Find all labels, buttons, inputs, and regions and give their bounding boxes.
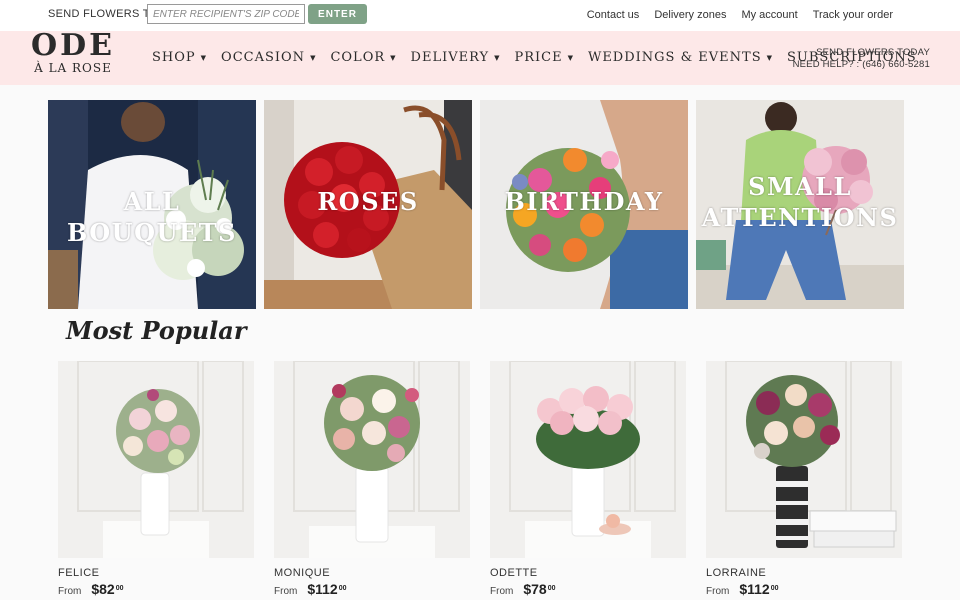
nav-price[interactable]: PRICE ▼ — [514, 50, 574, 65]
price-dollars: $112 — [307, 581, 338, 597]
product-card-felice[interactable]: FELICE From $82 00 — [58, 361, 254, 597]
product-image[interactable] — [490, 361, 686, 558]
product-name[interactable]: ODETTE — [490, 567, 686, 579]
price-cents: 00 — [770, 585, 779, 592]
tile-label: ALL BOUQUETS — [48, 186, 256, 248]
track-order-link[interactable]: Track your order — [813, 9, 893, 21]
product-price: From $112 00 — [274, 581, 470, 597]
price-from-label: From — [490, 586, 514, 597]
chevron-down-icon: ▼ — [390, 53, 397, 62]
price-cents: 00 — [115, 585, 124, 592]
nav-delivery[interactable]: DELIVERY ▼ — [411, 50, 501, 65]
product-image[interactable] — [274, 361, 470, 558]
tile-label: ROSES — [264, 186, 472, 217]
product-name[interactable]: MONIQUE — [274, 567, 470, 579]
chevron-down-icon: ▼ — [766, 53, 773, 62]
delivery-zones-link[interactable]: Delivery zones — [654, 9, 726, 21]
tile-label: SMALL ATTENTIONS — [696, 171, 904, 233]
chevron-down-icon: ▼ — [200, 53, 208, 62]
product-grid: FELICE From $82 00 MONIQUE From $112 00 … — [58, 361, 902, 597]
chevron-down-icon: ▼ — [310, 53, 317, 62]
chevron-down-icon: ▼ — [567, 53, 574, 62]
zip-code-input[interactable] — [147, 4, 305, 24]
logo[interactable]: ODE À LA ROSE — [30, 28, 116, 76]
price-from-label: From — [274, 586, 298, 597]
tile-birthday[interactable]: BIRTHDAY — [480, 100, 688, 309]
product-image[interactable] — [706, 361, 902, 558]
nav-label: WEDDINGS & EVENTS — [587, 50, 762, 65]
nav-label: OCCASION — [221, 50, 306, 65]
tile-all-bouquets[interactable]: ALL BOUQUETS — [48, 100, 256, 309]
product-card-monique[interactable]: MONIQUE From $112 00 — [274, 361, 470, 597]
price-dollars: $112 — [739, 581, 770, 597]
price-cents: 00 — [547, 585, 556, 592]
enter-button[interactable]: ENTER — [308, 4, 367, 24]
tile-label-line: ALL BOUQUETS — [67, 187, 237, 247]
product-price: From $82 00 — [58, 581, 254, 597]
odette-bouquet-image — [490, 361, 686, 558]
nav-label: COLOR — [330, 50, 386, 65]
chevron-down-icon: ▼ — [494, 53, 501, 62]
tile-roses[interactable]: ROSES — [264, 100, 472, 309]
product-price: From $78 00 — [490, 581, 686, 597]
price-dollars: $78 — [523, 581, 547, 597]
my-account-link[interactable]: My account — [741, 9, 797, 21]
monique-bouquet-image — [274, 361, 470, 558]
contact-us-link[interactable]: Contact us — [587, 9, 640, 21]
logo-main-text: ODE — [30, 28, 115, 63]
tile-label: BIRTHDAY — [480, 186, 688, 217]
send-flowers-today: SEND FLOWERS TODAY — [816, 47, 930, 58]
help-phone[interactable]: NEED HELP? : (646) 660-5281 — [793, 59, 930, 71]
product-card-lorraine[interactable]: LORRAINE From $112 00 — [706, 361, 902, 597]
felice-bouquet-image — [58, 361, 254, 558]
nav-label: PRICE — [514, 50, 563, 65]
send-flowers-label: SEND FLOWERS TO — [48, 8, 159, 20]
nav-label: DELIVERY — [410, 50, 490, 65]
nav-weddings-events[interactable]: WEDDINGS & EVENTS ▼ — [588, 50, 773, 65]
product-card-odette[interactable]: ODETTE From $78 00 — [490, 361, 686, 597]
price-dollars: $82 — [91, 581, 115, 597]
product-name[interactable]: FELICE — [58, 567, 254, 579]
nav-color[interactable]: COLOR ▼ — [330, 50, 396, 65]
tile-label-line: ATTENTIONS — [701, 203, 899, 232]
tile-small-attentions[interactable]: SMALL ATTENTIONS — [696, 100, 904, 309]
product-price: From $112 00 — [706, 581, 902, 597]
logo-sub-text: À LA ROSE — [34, 61, 112, 75]
main-header: ODE À LA ROSE SHOP ▼ OCCASION ▼ COLOR ▼ DEL… — [0, 31, 960, 85]
tile-label-line: ROSES — [317, 187, 419, 216]
nav-label: SHOP — [152, 50, 196, 65]
category-tiles: ALL BOUQUETS ROSES BIRTHDAY SMALL ATTENT… — [48, 100, 904, 309]
price-from-label: From — [58, 586, 82, 597]
price-from-label: From — [706, 586, 730, 597]
lorraine-bouquet-image — [706, 361, 902, 558]
price-cents: 00 — [338, 585, 347, 592]
product-image[interactable] — [58, 361, 254, 558]
tile-label-line: BIRTHDAY — [504, 187, 664, 216]
nav-occasion[interactable]: OCCASION ▼ — [221, 50, 316, 65]
header-contact: SEND FLOWERS TODAY NEED HELP? : (646) 66… — [793, 47, 930, 71]
top-bar: SEND FLOWERS TO ENTER Contact us Deliver… — [0, 0, 960, 31]
tile-label-line: SMALL — [748, 172, 852, 201]
most-popular-title: Most Popular — [66, 316, 247, 345]
utility-links: Contact us Delivery zones My account Tra… — [587, 9, 893, 21]
nav-shop[interactable]: SHOP ▼ — [152, 50, 207, 65]
product-name[interactable]: LORRAINE — [706, 567, 902, 579]
